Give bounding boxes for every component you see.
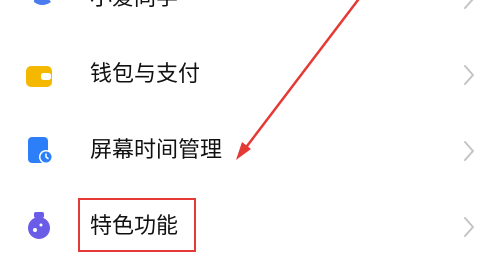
chevron-right-icon (464, 0, 474, 9)
settings-item-label: 钱包与支付 (90, 62, 201, 87)
chevron-right-icon (464, 65, 474, 85)
xiaoai-icon (34, 0, 51, 5)
settings-item-xiaoai[interactable]: 小爱同学 (0, 0, 498, 32)
chevron-right-icon (464, 141, 474, 161)
chevron-right-icon (464, 217, 474, 237)
settings-screen: 小爱同学 钱包与支付 屏幕时间管理 (0, 0, 498, 264)
screen-time-icon (28, 137, 53, 164)
highlight-box (78, 198, 196, 252)
settings-item-label: 小爱同学 (90, 0, 178, 13)
wallet-icon (26, 66, 52, 87)
settings-item-label: 屏幕时间管理 (90, 138, 223, 163)
settings-item-special-features[interactable]: 特色功能 (0, 194, 498, 260)
special-features-icon (28, 212, 50, 239)
settings-item-screen-time[interactable]: 屏幕时间管理 (0, 118, 498, 184)
settings-item-wallet[interactable]: 钱包与支付 (0, 42, 498, 108)
